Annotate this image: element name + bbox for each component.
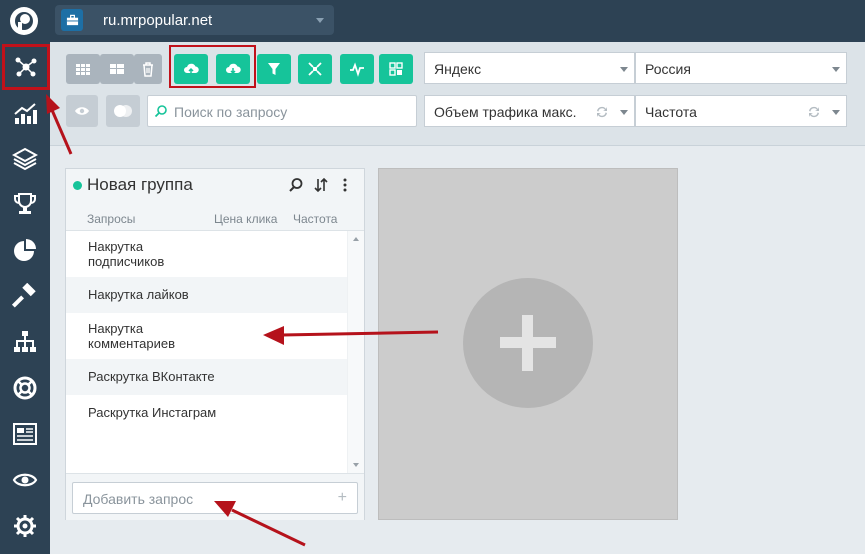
traffic-select[interactable]: Объем трафика макс.: [424, 95, 635, 127]
trophy-icon[interactable]: [0, 184, 50, 224]
sitemap-icon[interactable]: [0, 322, 50, 362]
query-text: подписчиков: [88, 254, 165, 269]
group-title[interactable]: Новая группа: [87, 175, 193, 195]
lifebuoy-icon[interactable]: [0, 368, 50, 408]
frequency-value: Частота: [645, 104, 697, 120]
project-selector[interactable]: ru.mrpopular.net: [55, 5, 334, 35]
region-select[interactable]: Россия: [635, 52, 847, 84]
search-icon[interactable]: [288, 177, 304, 193]
trash-button[interactable]: [134, 54, 162, 84]
plus-icon[interactable]: +: [338, 489, 347, 507]
add-query-placeholder: Добавить запрос: [83, 491, 194, 507]
report-icon[interactable]: [0, 414, 50, 454]
chart-up-icon[interactable]: [0, 93, 50, 133]
column-frequency[interactable]: Частота: [293, 212, 337, 226]
project-domain: ru.mrpopular.net: [103, 12, 213, 29]
app-logo-icon[interactable]: [8, 5, 40, 37]
eye-icon[interactable]: [0, 460, 50, 500]
scroll-up-icon[interactable]: [353, 237, 359, 241]
list-item[interactable]: Накрутка лайков: [66, 277, 349, 313]
list-item[interactable]: Накрутка комментариев: [66, 313, 349, 359]
gear-icon[interactable]: [0, 506, 50, 546]
query-text: Накрутка: [88, 321, 144, 336]
visibility-button[interactable]: [66, 95, 98, 127]
chevron-down-icon: [620, 67, 628, 72]
traffic-value: Объем трафика макс.: [434, 104, 577, 120]
chevron-down-icon: [620, 110, 628, 115]
chevron-down-icon: [832, 67, 840, 72]
refresh-icon: [809, 106, 819, 118]
refresh-icon: [597, 106, 607, 118]
sidebar: [0, 0, 50, 554]
expand-button[interactable]: [298, 54, 332, 84]
query-search[interactable]: Поиск по запросу: [147, 95, 417, 127]
list-item[interactable]: Раскрутка Инстаграм: [66, 395, 349, 431]
status-dot: [73, 181, 82, 190]
query-text: Раскрутка ВКонтакте: [88, 369, 215, 384]
cloud-download-button[interactable]: [216, 54, 250, 84]
column-queries[interactable]: Запросы: [87, 212, 135, 226]
add-group-card[interactable]: [378, 168, 678, 520]
chevron-down-icon: [832, 110, 840, 115]
scrollbar[interactable]: [347, 231, 364, 473]
toggle-button[interactable]: [106, 95, 140, 127]
search-placeholder: Поиск по запросу: [174, 104, 288, 120]
scroll-down-icon[interactable]: [353, 463, 359, 467]
toolbar: Яндекс Россия Поиск по запросу Объем тра…: [50, 42, 865, 146]
query-list: Накрутка подписчиков Накрутка лайков Нак…: [66, 231, 349, 431]
hammer-icon[interactable]: [0, 276, 50, 316]
filter-button[interactable]: [257, 54, 291, 84]
chevron-down-icon: [316, 18, 324, 23]
cloud-upload-button[interactable]: [174, 54, 208, 84]
export-button[interactable]: [379, 54, 413, 84]
network-icon[interactable]: [2, 44, 50, 90]
layers-icon[interactable]: [0, 139, 50, 179]
search-engine-select[interactable]: Яндекс: [424, 52, 635, 84]
top-bar: ru.mrpopular.net: [50, 0, 865, 42]
more-vertical-icon[interactable]: [337, 177, 353, 193]
query-text: комментариев: [88, 336, 176, 351]
list-item[interactable]: Накрутка подписчиков: [66, 231, 349, 277]
column-view-button[interactable]: [100, 54, 134, 84]
sort-icon[interactable]: [313, 177, 329, 193]
add-query-input[interactable]: Добавить запрос +: [72, 482, 358, 514]
search-icon: [154, 105, 167, 118]
add-query-row: Добавить запрос +: [66, 473, 364, 520]
activity-button[interactable]: [340, 54, 374, 84]
briefcase-icon: [61, 9, 83, 31]
search-engine-value: Яндекс: [434, 61, 482, 77]
query-text: Раскрутка Инстаграм: [88, 405, 217, 420]
list-item[interactable]: Раскрутка ВКонтакте: [66, 359, 349, 395]
column-click-price[interactable]: Цена клика: [214, 212, 277, 226]
query-text: Накрутка лайков: [88, 287, 189, 302]
add-group-button[interactable]: [463, 278, 593, 408]
grid-view-button[interactable]: [66, 54, 100, 84]
group-header: Новая группа Запросы Цена клика Частота: [66, 169, 364, 231]
frequency-select[interactable]: Частота: [635, 95, 847, 127]
query-group-panel: Новая группа Запросы Цена клика Частота …: [65, 168, 365, 520]
region-value: Россия: [645, 61, 691, 77]
query-text: Накрутка: [88, 239, 144, 254]
pie-chart-icon[interactable]: [0, 230, 50, 270]
